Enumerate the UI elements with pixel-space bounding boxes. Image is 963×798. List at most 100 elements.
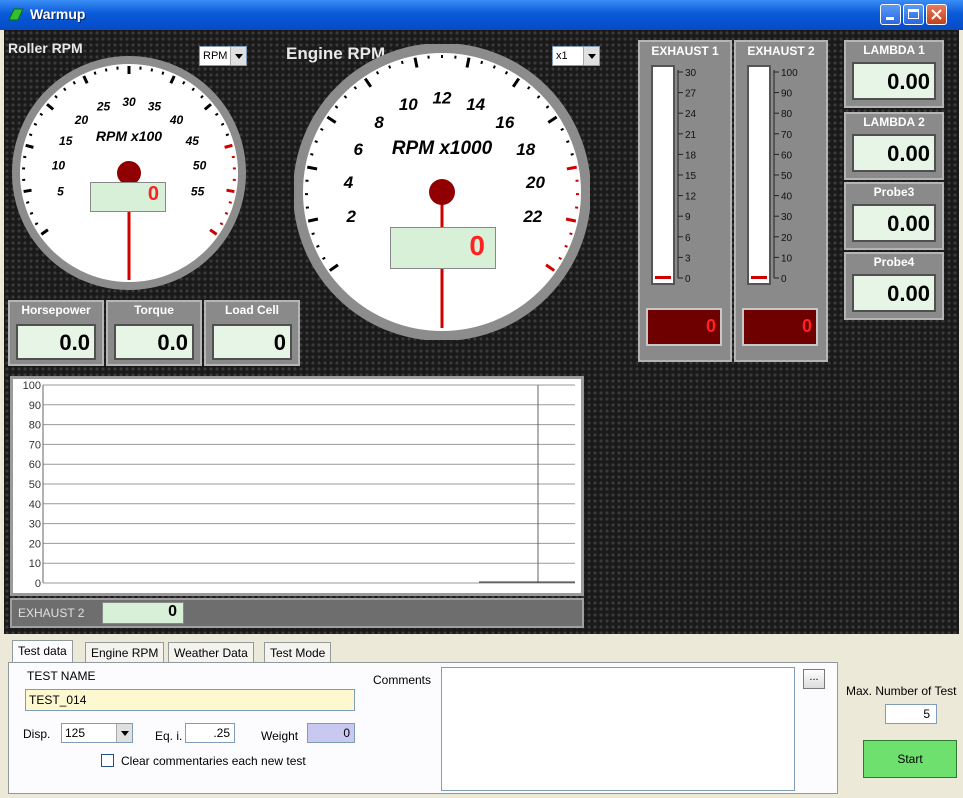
engine-tick	[375, 71, 380, 75]
eqi-label: Eq. i.	[155, 729, 183, 743]
disp-select[interactable]: 125	[61, 723, 133, 743]
engine-tick	[400, 60, 404, 65]
weight-input[interactable]: 0	[307, 723, 355, 743]
roller-tick	[93, 71, 97, 75]
exhaust1-tick-label: 3	[685, 253, 691, 264]
roller-tick	[33, 122, 38, 126]
horsepower-panel: Horsepower 0.0	[8, 300, 104, 366]
disp-label: Disp.	[23, 727, 51, 741]
probe3-label: Probe3	[873, 185, 915, 199]
chart-y-tick-label: 0	[35, 578, 41, 590]
comments-label: Comments	[373, 673, 432, 687]
roller-rpm-readout: 0	[90, 182, 166, 212]
exhaust2-tick-label: 90	[781, 89, 793, 100]
probe3-readout: 0.00	[852, 204, 936, 242]
roller-tick	[161, 71, 165, 75]
app-icon	[8, 8, 24, 21]
exhaust2-readout: 0	[742, 308, 818, 346]
roller-tick-label: 5	[57, 184, 64, 198]
tab-test-mode[interactable]: Test Mode	[264, 642, 332, 662]
exhaust1-tick-label: 21	[685, 130, 697, 141]
roller-rpm-title: Roller RPM	[8, 40, 83, 56]
exhaust2-tick-label: 80	[781, 109, 793, 120]
exhaust1-tick-label: 0	[685, 274, 691, 285]
exhaust1-tube	[651, 65, 675, 285]
lambda1-readout: 0.00	[852, 62, 936, 100]
exhaust-chart: 100 90 80 70 60 50 40 30 20 10 0	[10, 376, 584, 596]
engine-tick	[560, 127, 564, 132]
max-tests-input[interactable]: 5	[885, 704, 937, 724]
roller-tick	[34, 222, 39, 226]
engine-tick	[480, 60, 484, 65]
exhaust-chart-plot: 1009080706050403020100	[23, 380, 575, 590]
roller-tick	[214, 112, 219, 117]
lambda2-readout: 0.00	[852, 134, 936, 172]
chart-y-tick-label: 40	[29, 499, 41, 511]
engine-tick	[565, 217, 577, 223]
maximize-button[interactable]	[903, 4, 924, 25]
exhaust1-level-fill	[655, 276, 671, 279]
engine-tick	[504, 71, 509, 75]
roller-tick-label: 15	[59, 134, 73, 148]
chart-footer: EXHAUST 2 0	[10, 598, 584, 628]
tab-engine-rpm[interactable]: Engine RPM	[85, 642, 165, 662]
engine-tick	[311, 232, 315, 236]
chart-y-tick-label: 20	[29, 538, 41, 550]
eqi-input[interactable]: .25	[185, 723, 235, 743]
roller-tick	[182, 81, 186, 85]
clear-comments-checkbox[interactable]	[101, 754, 114, 767]
exhaust2-tick-label: 50	[781, 171, 793, 182]
engine-tick	[492, 65, 496, 69]
roller-tick	[23, 188, 32, 194]
probe4-panel: Probe4 0.00	[844, 252, 944, 320]
roller-tick-label: 25	[96, 100, 111, 114]
minimize-icon	[886, 17, 894, 20]
lambda1-label: LAMBDA 1	[863, 43, 925, 57]
roller-tick	[25, 201, 30, 204]
engine-tick	[465, 57, 471, 68]
roller-tick	[224, 211, 229, 215]
roller-tick	[226, 188, 235, 194]
engine-tick	[558, 256, 562, 260]
torque-panel: Torque 0.0	[106, 300, 202, 366]
chart-footer-label: EXHAUST 2	[18, 606, 85, 620]
engine-needle-hub	[429, 179, 455, 205]
exhaust2-tick-label: 60	[781, 150, 793, 161]
horsepower-label: Horsepower	[21, 303, 91, 317]
engine-tick-label: 22	[522, 207, 542, 226]
instrument-panel: Roller RPM RPM 5 10 15 20 25 30 35 40 45 50 55 RPM …	[4, 30, 959, 634]
engine-tick	[388, 65, 392, 69]
horsepower-readout: 0.0	[16, 324, 96, 360]
engine-tick	[564, 244, 568, 248]
window-title: Warmup	[30, 6, 86, 22]
roller-tick-label: 40	[169, 113, 184, 127]
close-button[interactable]	[926, 4, 947, 25]
test-name-input[interactable]: TEST_014	[25, 689, 355, 711]
roller-tick	[104, 68, 108, 72]
exhaust1-tick-label: 24	[685, 109, 697, 120]
exhaust2-level-fill	[751, 276, 767, 279]
chart-footer-value: 0	[102, 602, 184, 624]
roller-tick	[150, 68, 154, 72]
roller-rpm-gauge: 5 10 1520 25 30 35 4045 50 55 RPM x100	[12, 56, 246, 290]
tab-test-data[interactable]: Test data	[12, 640, 73, 662]
exhaust1-tick-label: 15	[685, 171, 697, 182]
tab-weather-data[interactable]: Weather Data	[168, 642, 254, 662]
chart-y-tick-label: 50	[29, 479, 41, 491]
load-cell-readout: 0	[212, 324, 292, 360]
engine-scale-label: RPM x1000	[392, 138, 493, 159]
chart-y-tick-label: 80	[29, 420, 41, 432]
comments-textarea[interactable]	[441, 667, 795, 791]
engine-tick-label: 20	[525, 173, 545, 192]
engine-tick	[310, 152, 314, 156]
start-button[interactable]: Start	[863, 740, 957, 778]
browse-button[interactable]: ...	[803, 669, 825, 689]
roller-tick	[25, 143, 34, 149]
engine-tick	[322, 256, 326, 260]
engine-tick-label: 10	[399, 95, 418, 114]
engine-tick-label: 8	[374, 113, 384, 132]
exhaust2-tick-label: 20	[781, 233, 793, 244]
minimize-button[interactable]	[880, 4, 901, 25]
roller-tick	[219, 222, 224, 226]
exhaust1-tick-label: 9	[685, 212, 691, 223]
